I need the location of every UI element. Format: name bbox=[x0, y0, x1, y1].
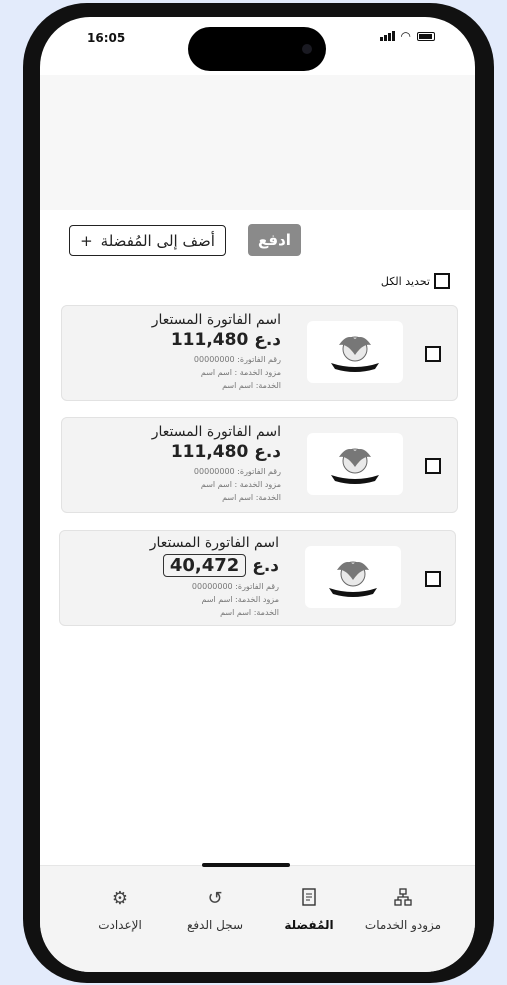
bill-number: رقم الفاتورة: 00000000 bbox=[191, 582, 279, 591]
bill-card[interactable]: اسم الفاتورة المستعار 111,480 د.ع رقم ال… bbox=[61, 305, 458, 401]
currency: د.ع bbox=[252, 556, 279, 576]
eagle-emblem-icon bbox=[329, 561, 377, 597]
select-all-label: تحديد الكل bbox=[380, 274, 430, 288]
bill-info: اسم الفاتورة المستعار 111,480 د.ع رقم ال… bbox=[152, 424, 281, 504]
gear-icon: ⚙ bbox=[111, 888, 129, 909]
provider-logo bbox=[307, 433, 403, 495]
nav-item-payment-history[interactable]: ↺ سجل الدفع bbox=[165, 888, 265, 932]
bill-checkbox[interactable] bbox=[425, 571, 441, 587]
currency: د.ع bbox=[254, 330, 281, 350]
bill-checkbox[interactable] bbox=[425, 346, 441, 362]
nav-label-settings: الإعدادت bbox=[98, 918, 142, 932]
nav-label-favorites: المُفضلة bbox=[284, 918, 334, 932]
add-to-favorites-button[interactable]: أضف إلى المُفضلة + bbox=[69, 225, 226, 256]
bill-info: اسم الفاتورة المستعار 111,480 د.ع رقم ال… bbox=[152, 312, 281, 392]
bill-service: الخدمة: اسم اسم bbox=[222, 381, 281, 390]
bill-amount: 111,480 د.ع bbox=[152, 442, 281, 462]
provider-logo bbox=[307, 321, 403, 383]
bill-meta: رقم الفاتورة: 00000000 مزود الخدمة : اسم… bbox=[152, 465, 281, 504]
add-to-favorites-label: أضف إلى المُفضلة bbox=[100, 231, 215, 250]
bill-card[interactable]: اسم الفاتورة المستعار 40,472 د.ع رقم الف… bbox=[59, 530, 456, 626]
receipt-icon-svg bbox=[302, 888, 316, 906]
bill-service: الخدمة: اسم اسم bbox=[222, 493, 281, 502]
eagle-emblem-icon bbox=[331, 448, 379, 484]
signal-icon bbox=[379, 31, 395, 41]
bill-provider: مزود الخدمة : اسم اسم bbox=[200, 368, 281, 377]
bill-amount: 111,480 د.ع bbox=[152, 330, 281, 350]
nav-item-favorites[interactable]: المُفضلة bbox=[259, 888, 359, 932]
provider-logo bbox=[305, 546, 401, 608]
nav-label-service-providers: مزودو الخدمات bbox=[364, 918, 442, 932]
camera-icon bbox=[302, 44, 312, 54]
status-icons: ◠ bbox=[379, 29, 435, 43]
bill-name: اسم الفاتورة المستعار bbox=[149, 535, 279, 551]
bill-meta: رقم الفاتورة: 00000000 مزود الخدمة: اسم … bbox=[150, 580, 279, 619]
sitemap-icon-svg bbox=[394, 888, 412, 906]
nav-item-service-providers[interactable]: مزودو الخدمات bbox=[353, 888, 453, 932]
bill-number: رقم الفاتورة: 00000000 bbox=[193, 355, 281, 364]
currency: د.ع bbox=[254, 442, 281, 462]
header-area bbox=[40, 75, 475, 210]
history-icon: ↺ bbox=[207, 888, 223, 909]
bill-service: الخدمة: اسم اسم bbox=[220, 608, 279, 617]
pay-button[interactable]: ادفع bbox=[248, 224, 301, 256]
bill-meta: رقم الفاتورة: 00000000 مزود الخدمة : اسم… bbox=[152, 353, 281, 392]
bill-card[interactable]: اسم الفاتورة المستعار 111,480 د.ع رقم ال… bbox=[61, 417, 458, 513]
bill-info: اسم الفاتورة المستعار 40,472 د.ع رقم الف… bbox=[150, 535, 279, 619]
receipt-icon bbox=[259, 888, 359, 910]
bill-name: اسم الفاتورة المستعار bbox=[151, 312, 281, 328]
bill-provider: مزود الخدمة: اسم اسم bbox=[201, 595, 279, 604]
bill-amount: 40,472 د.ع bbox=[150, 554, 279, 577]
bottom-nav: ⚙ الإعدادت ↺ سجل الدفع المُفضلة مزودو ال… bbox=[40, 863, 475, 972]
amount-value: 111,480 bbox=[170, 442, 249, 462]
select-all[interactable]: تحديد الكل bbox=[381, 273, 450, 289]
battery-icon bbox=[417, 31, 435, 41]
eagle-emblem-icon bbox=[331, 336, 379, 372]
dynamic-island bbox=[188, 27, 326, 71]
bill-number: رقم الفاتورة: 00000000 bbox=[193, 467, 281, 476]
nav-item-settings[interactable]: ⚙ الإعدادت bbox=[70, 888, 170, 932]
amount-value: 111,480 bbox=[170, 330, 249, 350]
amount-input[interactable]: 40,472 bbox=[162, 554, 247, 577]
bill-checkbox[interactable] bbox=[425, 458, 441, 474]
bill-name: اسم الفاتورة المستعار bbox=[151, 424, 281, 440]
sitemap-icon bbox=[353, 888, 453, 910]
home-indicator bbox=[202, 863, 290, 867]
plus-icon: + bbox=[80, 231, 93, 250]
select-all-checkbox[interactable] bbox=[434, 273, 450, 289]
nav-label-payment-history: سجل الدفع bbox=[186, 918, 244, 932]
wifi-icon: ◠ bbox=[400, 29, 411, 43]
app-screen: 16:05 ◠ أضف إلى المُفضلة + ادفع تحديد ال… bbox=[40, 17, 475, 972]
bill-provider: مزود الخدمة : اسم اسم bbox=[200, 480, 281, 489]
status-time: 16:05 bbox=[87, 31, 126, 45]
